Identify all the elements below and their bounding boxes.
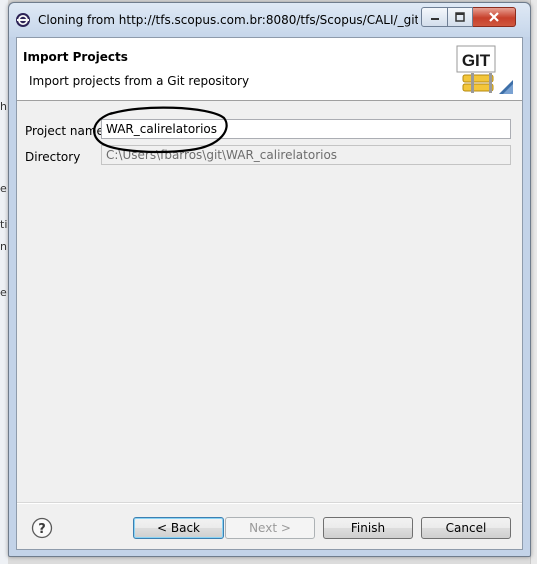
page-title: Import Projects — [23, 50, 128, 64]
minimize-button[interactable] — [421, 7, 448, 27]
minimize-icon — [430, 18, 439, 20]
project-name-field[interactable] — [101, 119, 511, 139]
background-fragment: e — [0, 182, 7, 195]
git-logo-text: GIT — [462, 51, 491, 70]
eclipse-icon[interactable] — [15, 12, 31, 28]
background-window-left: h e ti n e — [0, 0, 8, 564]
background-fragment: n — [0, 240, 7, 253]
maximize-button[interactable] — [448, 7, 473, 27]
import-projects-dialog: Cloning from http://tfs.scopus.com.br:80… — [8, 2, 531, 557]
close-button[interactable] — [473, 7, 516, 27]
back-button[interactable]: < Back — [133, 517, 224, 539]
git-logo-icon: GIT — [456, 45, 513, 94]
title-bar[interactable]: Cloning from http://tfs.scopus.com.br:80… — [9, 3, 530, 37]
cancel-button[interactable]: Cancel — [421, 517, 511, 539]
next-button[interactable]: Next > — [225, 517, 315, 539]
page-description: Import projects from a Git repository — [29, 74, 250, 88]
directory-field — [101, 145, 511, 165]
caption-buttons — [421, 7, 516, 29]
svg-text:?: ? — [38, 522, 46, 537]
directory-label: Directory — [25, 150, 81, 164]
footer-separator — [17, 502, 522, 504]
background-fragment: ti — [0, 218, 8, 231]
close-icon — [489, 12, 499, 22]
background-fragment: e — [0, 286, 7, 299]
finish-button[interactable]: Finish — [323, 517, 413, 539]
dialog-client-area: Import Projects Import projects from a G… — [16, 37, 523, 550]
maximize-icon — [455, 12, 465, 22]
window-title: Cloning from http://tfs.scopus.com.br:80… — [38, 13, 418, 27]
project-name-label: Project name — [25, 124, 104, 138]
wizard-header: Import Projects Import projects from a G… — [17, 38, 522, 101]
background-fragment: h — [0, 100, 7, 113]
help-icon[interactable]: ? — [31, 517, 53, 539]
background-window-right — [530, 0, 537, 564]
